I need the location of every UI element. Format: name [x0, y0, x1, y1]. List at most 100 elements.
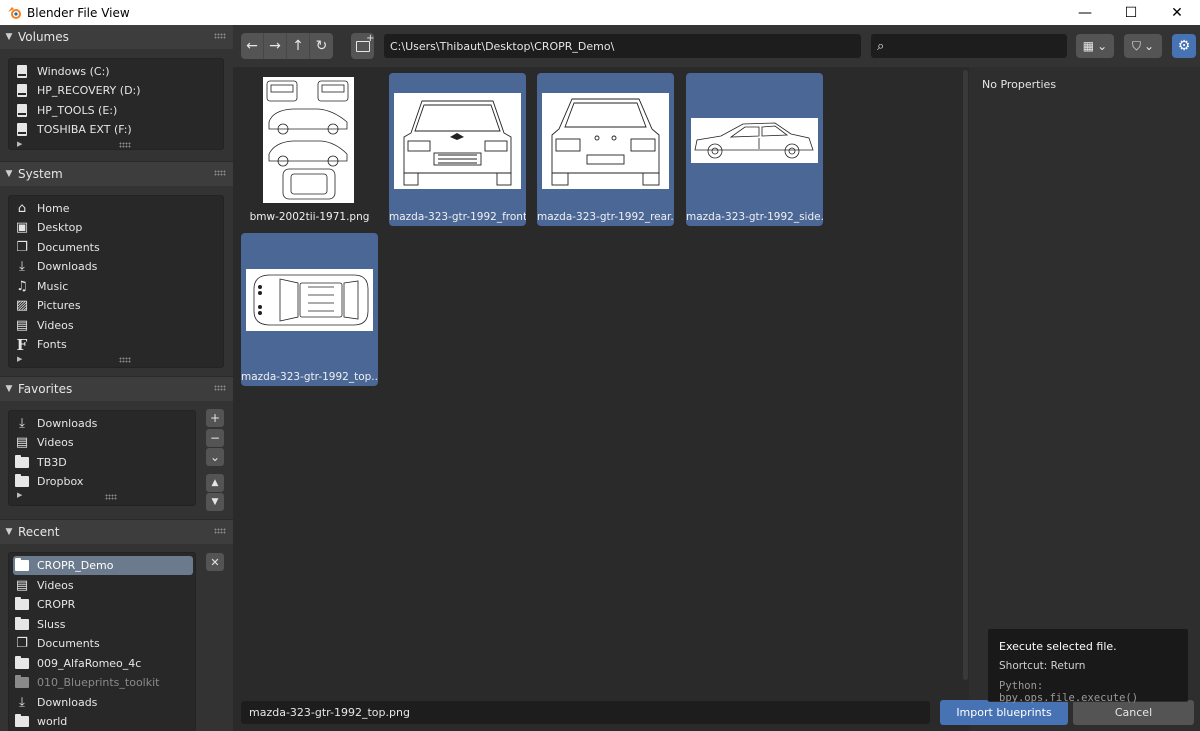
folder-icon: [14, 558, 30, 574]
recent-title: Recent: [18, 525, 60, 539]
volume-item-d[interactable]: HP_RECOVERY (D:): [13, 81, 193, 100]
bookmark-menu-button[interactable]: ⌄: [206, 448, 224, 466]
favorite-item-downloads[interactable]: ⤓ Downloads: [13, 414, 193, 433]
forward-button[interactable]: →: [264, 33, 287, 59]
new-folder-group: +: [351, 33, 374, 59]
volume-item-e[interactable]: HP_TOOLS (E:): [13, 101, 193, 120]
file-name: mazda-323-gtr-1992_front....: [389, 211, 526, 223]
volumes-list: Windows (C:) HP_RECOVERY (D:) HP_TOOLS (…: [8, 58, 224, 150]
system-item-downloads[interactable]: ⤓ Downloads: [13, 257, 193, 276]
remove-bookmark-button[interactable]: −: [206, 429, 224, 447]
recent-item-blueprints-toolkit[interactable]: 010_Blueprints_toolkit: [13, 673, 193, 692]
recent-item-label: CROPR_Demo: [37, 559, 114, 572]
system-item-videos[interactable]: ▤ Videos: [13, 316, 193, 335]
expand-triangle-icon[interactable]: ▶: [17, 355, 22, 363]
system-item-label: Downloads: [37, 260, 98, 273]
refresh-button[interactable]: ↻: [310, 33, 333, 59]
file-thumbnail: [263, 77, 354, 203]
system-item-label: Desktop: [37, 221, 83, 234]
filter-icon: ⛉: [1131, 38, 1141, 53]
tooltip-shortcut: Shortcut: Return: [999, 660, 1086, 672]
file-browser-area[interactable]: bmw-2002tii-1971.png mazda-323-gtr-1992_…: [233, 67, 969, 692]
system-item-label: Home: [37, 202, 70, 215]
tooltip-description: Execute selected file.: [999, 640, 1117, 653]
system-item-fonts[interactable]: F Fonts: [13, 335, 193, 354]
recent-item-cropr-demo[interactable]: CROPR_Demo: [13, 556, 193, 575]
file-tile[interactable]: bmw-2002tii-1971.png: [241, 73, 378, 226]
favorite-item-tb3d[interactable]: TB3D: [13, 453, 193, 472]
collapse-triangle-icon: ▼: [5, 169, 13, 179]
recent-item-downloads[interactable]: ⤓ Downloads: [13, 693, 193, 712]
minimize-button[interactable]: —: [1062, 0, 1108, 25]
folder-icon: [14, 675, 30, 691]
add-bookmark-button[interactable]: +: [206, 409, 224, 427]
directory-path-input[interactable]: C:\Users\Thibaut\Desktop\CROPR_Demo\: [384, 34, 861, 58]
volumes-panel-header[interactable]: ▼ Volumes: [0, 25, 233, 49]
system-item-documents[interactable]: ❐ Documents: [13, 238, 193, 257]
volumes-title: Volumes: [18, 30, 69, 44]
file-thumbnail: [542, 93, 669, 189]
recent-item-world[interactable]: world: [13, 712, 193, 731]
settings-toggle-button[interactable]: ⚙: [1172, 34, 1196, 58]
collapse-triangle-icon: ▼: [5, 384, 13, 394]
resize-grip-icon[interactable]: [119, 142, 131, 148]
expand-triangle-icon[interactable]: ▶: [17, 140, 22, 148]
file-thumbnail: [246, 269, 373, 331]
drag-grip-icon[interactable]: [214, 528, 226, 534]
recent-item-documents[interactable]: ❐ Documents: [13, 634, 193, 653]
font-icon: F: [16, 335, 28, 354]
system-title: System: [18, 167, 63, 181]
system-item-music[interactable]: ♫ Music: [13, 277, 193, 296]
file-tile-selected[interactable]: mazda-323-gtr-1992_rear....: [537, 73, 674, 226]
search-input[interactable]: ⌕: [871, 34, 1067, 58]
favorites-panel-header[interactable]: ▼ Favorites: [0, 377, 233, 401]
file-tile-selected[interactable]: mazda-323-gtr-1992_front....: [389, 73, 526, 226]
volume-item-f[interactable]: TOSHIBA EXT (F:): [13, 120, 193, 139]
recent-item-sluss[interactable]: Sluss: [13, 615, 193, 634]
parent-directory-button[interactable]: ↑: [287, 33, 310, 59]
drag-grip-icon[interactable]: [214, 33, 226, 39]
filename-input[interactable]: mazda-323-gtr-1992_top.png: [241, 701, 930, 724]
system-item-desktop[interactable]: ▣ Desktop: [13, 218, 193, 237]
move-up-button[interactable]: ▲: [206, 474, 224, 492]
favorite-item-dropbox[interactable]: Dropbox: [13, 472, 193, 491]
drag-grip-icon[interactable]: [214, 385, 226, 391]
recent-item-alfaromeo[interactable]: 009_AlfaRomeo_4c: [13, 654, 193, 673]
file-tile-selected[interactable]: mazda-323-gtr-1992_top....: [241, 233, 378, 386]
favorite-item-label: TB3D: [37, 456, 67, 469]
display-mode-dropdown[interactable]: ▦ ⌄: [1076, 34, 1114, 58]
expand-triangle-icon[interactable]: ▶: [17, 491, 22, 499]
folder-icon: [14, 714, 30, 730]
recent-list: CROPR_Demo ▤ Videos CROPR Sluss ❐ Docume…: [8, 552, 196, 731]
no-properties-label: No Properties: [982, 78, 1057, 91]
file-tile-selected[interactable]: mazda-323-gtr-1992_side....: [686, 73, 823, 226]
folder-icon: [14, 597, 30, 613]
drag-grip-icon[interactable]: [214, 170, 226, 176]
new-folder-button[interactable]: +: [351, 33, 374, 59]
filter-dropdown[interactable]: ⛉ ⌄: [1124, 34, 1162, 58]
system-item-label: Documents: [37, 241, 100, 254]
resize-grip-icon[interactable]: [119, 357, 131, 363]
recent-item-videos[interactable]: ▤ Videos: [13, 576, 193, 595]
system-item-label: Fonts: [37, 338, 67, 351]
back-button[interactable]: ←: [241, 33, 264, 59]
system-panel-header[interactable]: ▼ System: [0, 162, 233, 186]
system-item-home[interactable]: ⌂ Home: [13, 199, 193, 218]
recent-panel-header[interactable]: ▼ Recent: [0, 520, 233, 544]
volume-label: Windows (C:): [37, 65, 110, 78]
move-down-button[interactable]: ▼: [206, 493, 224, 511]
volume-item-c[interactable]: Windows (C:): [13, 62, 193, 81]
gear-icon: ⚙: [1177, 38, 1191, 54]
title-bar: Blender File View — ☐ ✕: [0, 0, 1200, 25]
desktop-icon: ▣: [15, 220, 29, 235]
recent-item-label: 010_Blueprints_toolkit: [37, 676, 160, 689]
close-window-button[interactable]: ✕: [1154, 0, 1200, 25]
resize-grip-icon[interactable]: [105, 494, 117, 500]
system-item-pictures[interactable]: ▨ Pictures: [13, 296, 193, 315]
clear-recent-button[interactable]: ✕: [206, 553, 224, 571]
file-area-scrollbar[interactable]: [963, 70, 968, 680]
maximize-button[interactable]: ☐: [1108, 0, 1154, 25]
favorite-item-videos[interactable]: ▤ Videos: [13, 433, 193, 452]
volume-label: TOSHIBA EXT (F:): [37, 123, 132, 136]
recent-item-cropr[interactable]: CROPR: [13, 595, 193, 614]
